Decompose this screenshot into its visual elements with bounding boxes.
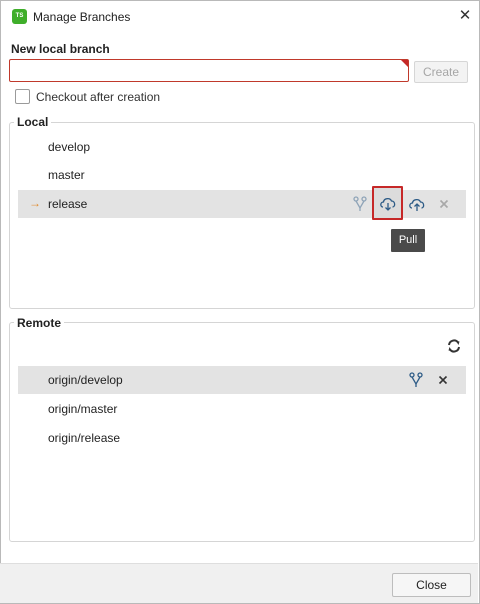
merge-icon[interactable] [407, 371, 425, 389]
remote-branch-row-selected[interactable]: origin/develop [18, 366, 466, 394]
create-button[interactable]: Create [414, 61, 468, 83]
branch-name: origin/develop [48, 373, 123, 387]
remote-group-title: Remote [14, 316, 65, 330]
branch-name: master [48, 168, 85, 182]
current-branch-arrow-icon: → [29, 196, 41, 210]
error-flag-icon [401, 60, 408, 67]
remote-branch-row[interactable]: origin/master [18, 395, 466, 423]
close-button[interactable]: Close [392, 573, 471, 597]
delete-icon[interactable] [435, 195, 453, 213]
pull-button[interactable] [372, 186, 403, 220]
refresh-icon[interactable] [446, 338, 462, 354]
remote-branch-row[interactable]: origin/release [18, 424, 466, 452]
window-title: Manage Branches [33, 10, 131, 24]
checkout-label: Checkout after creation [36, 90, 161, 104]
local-group-title: Local [14, 115, 52, 129]
local-branch-row[interactable]: master [18, 161, 466, 189]
cloud-upload-icon[interactable] [408, 195, 426, 213]
delete-icon[interactable] [434, 371, 452, 389]
new-branch-input[interactable] [9, 59, 409, 82]
title-bar: TS Manage Branches ✕ [1, 1, 479, 33]
checkout-checkbox[interactable] [15, 89, 30, 104]
branch-name: release [48, 197, 88, 211]
app-logo-icon: TS [12, 9, 27, 24]
local-branch-row[interactable]: develop [18, 133, 466, 161]
branch-name: origin/release [48, 431, 121, 445]
pull-tooltip: Pull [391, 229, 425, 252]
cloud-download-icon [380, 198, 396, 211]
branch-name: origin/master [48, 402, 118, 416]
close-icon[interactable]: ✕ [457, 8, 473, 24]
branch-name: develop [48, 140, 91, 154]
new-branch-label: New local branch [11, 42, 110, 56]
merge-icon[interactable] [351, 195, 369, 213]
